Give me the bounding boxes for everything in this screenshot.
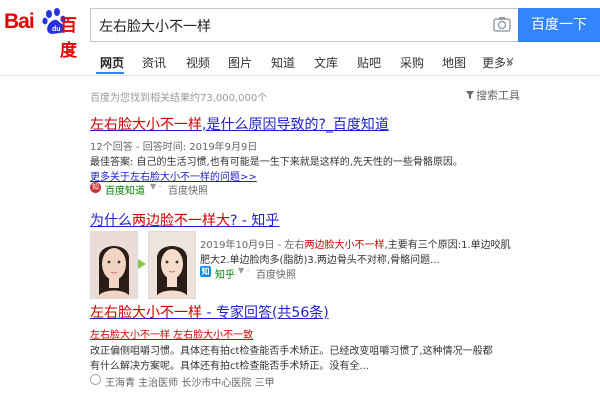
zhihu-icon: 知	[200, 266, 211, 277]
result-2-thumbnail-after[interactable]	[148, 231, 196, 299]
result-3-sub-links[interactable]: 左右脸大小不一样 左右脸大小不一致	[90, 326, 253, 341]
result-1-more-link[interactable]: 更多关于左右脸大小不一样的问题>>	[90, 168, 257, 183]
search-query[interactable]: 左右脸大小不一样	[99, 16, 211, 36]
zhidao-icon: 知	[90, 182, 101, 193]
logo-text-bai: Bai	[4, 10, 35, 33]
tab-wenku[interactable]: 文库	[314, 54, 338, 71]
chevron-down-icon	[506, 57, 514, 63]
logo-text-baidu: 百度	[60, 16, 77, 61]
result-3-expert[interactable]: 王海青 主治医师 长沙市中心医院 三甲	[105, 374, 275, 389]
nav-divider	[0, 75, 600, 76]
result-1-title[interactable]: 左右脸大小不一样,是什么原因导致的?_百度知道	[90, 114, 389, 134]
result-3-snippet-2: 有什么解决方案呢。具体还有拍ct检查能否手术矫正。没有全...	[90, 361, 369, 372]
tab-web[interactable]: 网页	[100, 54, 124, 71]
arrow-right-icon	[138, 259, 146, 269]
result-3-title[interactable]: 左右脸大小不一样 - 专家回答(共56条)	[90, 302, 329, 322]
face-image	[149, 232, 195, 298]
baidu-logo[interactable]: Bai du 百度	[0, 8, 86, 61]
face-image	[91, 232, 137, 298]
result-1-snippet: 最佳答案: 自己的生活习惯,也有可能是一生下来就是这样的,先天性的一些骨骼原因。	[90, 157, 463, 168]
tab-video[interactable]: 视频	[186, 54, 210, 71]
result-2-snippet-1: 2019年10月9日 - 左右两边脸大小不一样,主要有三个原因:1.单边咬肌	[200, 240, 511, 251]
tab-zhidao[interactable]: 知道	[271, 54, 295, 71]
result-2-title[interactable]: 为什么两边脸不一样大? - 知乎	[90, 210, 279, 230]
result-2-source[interactable]: 知乎	[215, 266, 235, 281]
result-2-thumbnail-before[interactable]	[90, 231, 138, 299]
filter-icon[interactable]	[466, 91, 474, 99]
active-tab-indicator	[96, 72, 124, 74]
results-count: 百度为您找到相关结果约73,000,000个	[90, 93, 268, 104]
tab-images[interactable]: 图片	[228, 54, 252, 71]
tab-map[interactable]: 地图	[442, 54, 466, 71]
tab-caigou[interactable]: 采购	[400, 54, 424, 71]
result-1-source[interactable]: 百度知道	[105, 182, 145, 197]
result-1-meta: 12个回答 - 回答时间: 2019年9月9日	[90, 142, 258, 153]
result-1-source-arrow: ▼ -	[150, 182, 162, 191]
expert-avatar-icon	[90, 374, 101, 385]
result-2-snapshot[interactable]: 百度快照	[256, 266, 296, 281]
result-1-snapshot[interactable]: 百度快照	[168, 182, 208, 197]
result-2-source-arrow: ▼ -	[238, 266, 250, 275]
search-tools-button[interactable]: 搜索工具	[476, 87, 520, 103]
result-2-snippet-2: 肥大2.单边脸肉多(脂肪)3.两边骨头不对称,骨骼问题...	[200, 255, 440, 266]
camera-icon[interactable]	[492, 14, 512, 34]
search-button[interactable]: 百度一下	[518, 8, 600, 42]
tab-tieba[interactable]: 贴吧	[357, 54, 381, 71]
tab-news[interactable]: 资讯	[142, 54, 166, 71]
result-3-snippet-1: 改正偏侧咀嚼习惯。具体还有拍ct检查能否手术矫正。已经改变咀嚼习惯了,这种情况一…	[90, 346, 493, 357]
